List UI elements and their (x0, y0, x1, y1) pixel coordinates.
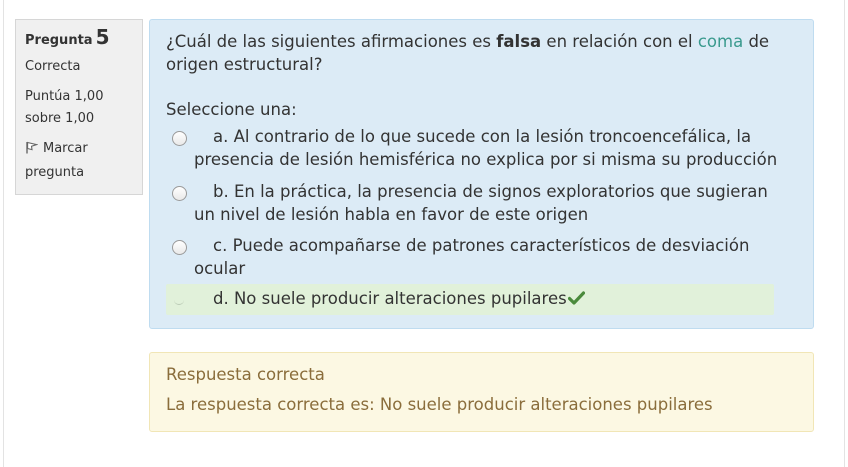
option-a-text: Al contrario de lo que sucede con la les… (194, 127, 778, 169)
radio-button-d-selected[interactable] (174, 298, 184, 305)
option-b-content[interactable]: b. En la práctica, la presencia de signo… (194, 181, 784, 226)
correct-check-icon (567, 289, 585, 312)
option-a-letter: a. (213, 127, 229, 146)
option-c-letter: c. (213, 236, 228, 255)
flag-question-link[interactable]: Marcar pregunta (25, 138, 133, 184)
correct-answer-text: La respuesta correcta es: No suele produ… (166, 395, 713, 414)
glossary-link-coma[interactable]: coma (698, 32, 743, 51)
question-info-panel: Pregunta 5 Correcta Puntúa 1,00 sobre 1,0… (15, 19, 143, 195)
option-c-content[interactable]: c. Puede acompañarse de patrones caracte… (194, 235, 784, 280)
answer-option-c[interactable]: c. Puede acompañarse de patrones caracte… (166, 235, 774, 281)
radio-button-a[interactable] (172, 131, 187, 146)
option-c-text: Puede acompañarse de patrones caracterís… (194, 236, 750, 278)
option-d-letter: d. (213, 289, 229, 308)
grade-line-2: sobre 1,00 (25, 111, 95, 126)
question-keyword: falsa (496, 32, 542, 51)
question-formulation: ¿Cuál de las siguientes afirmaciones es … (149, 19, 814, 329)
option-d-text: No suele producir alteraciones pupilares (233, 289, 567, 308)
answer-option-b[interactable]: b. En la práctica, la presencia de signo… (166, 181, 774, 227)
option-d-content[interactable]: d. No suele producir alteraciones pupila… (194, 288, 784, 312)
question-label: Pregunta (25, 33, 93, 48)
option-b-letter: b. (213, 182, 229, 201)
grade-line-1: Puntúa 1,00 (25, 89, 104, 104)
question-grade: Puntúa 1,00 sobre 1,00 (25, 86, 115, 130)
question-text: ¿Cuál de las siguientes afirmaciones es … (166, 30, 786, 76)
flag-label-2[interactable]: pregunta (25, 165, 84, 180)
feedback-box: Respuesta correcta La respuesta correcta… (149, 352, 814, 432)
flag-icon[interactable] (25, 140, 39, 162)
radio-button-b[interactable] (172, 186, 187, 201)
question-number: 5 (95, 25, 110, 49)
flag-label-1[interactable]: Marcar (43, 141, 88, 156)
question-number-heading: Pregunta 5 (25, 26, 133, 52)
question-text-middle: en relación con el (541, 32, 698, 51)
option-a-content[interactable]: a. Al contrario de lo que sucede con la … (194, 126, 784, 171)
feedback-heading: Respuesta correcta (166, 365, 325, 384)
radio-button-c[interactable] (172, 240, 187, 255)
option-b-text: En la práctica, la presencia de signos e… (194, 182, 768, 224)
answer-prompt: Seleccione una: (166, 100, 297, 119)
question-text-start: ¿Cuál de las siguientes afirmaciones es (166, 32, 497, 51)
question-state: Correcta (25, 59, 81, 74)
answer-option-d-correct[interactable]: d. No suele producir alteraciones pupila… (166, 284, 774, 315)
answer-option-a[interactable]: a. Al contrario de lo que sucede con la … (166, 126, 777, 172)
